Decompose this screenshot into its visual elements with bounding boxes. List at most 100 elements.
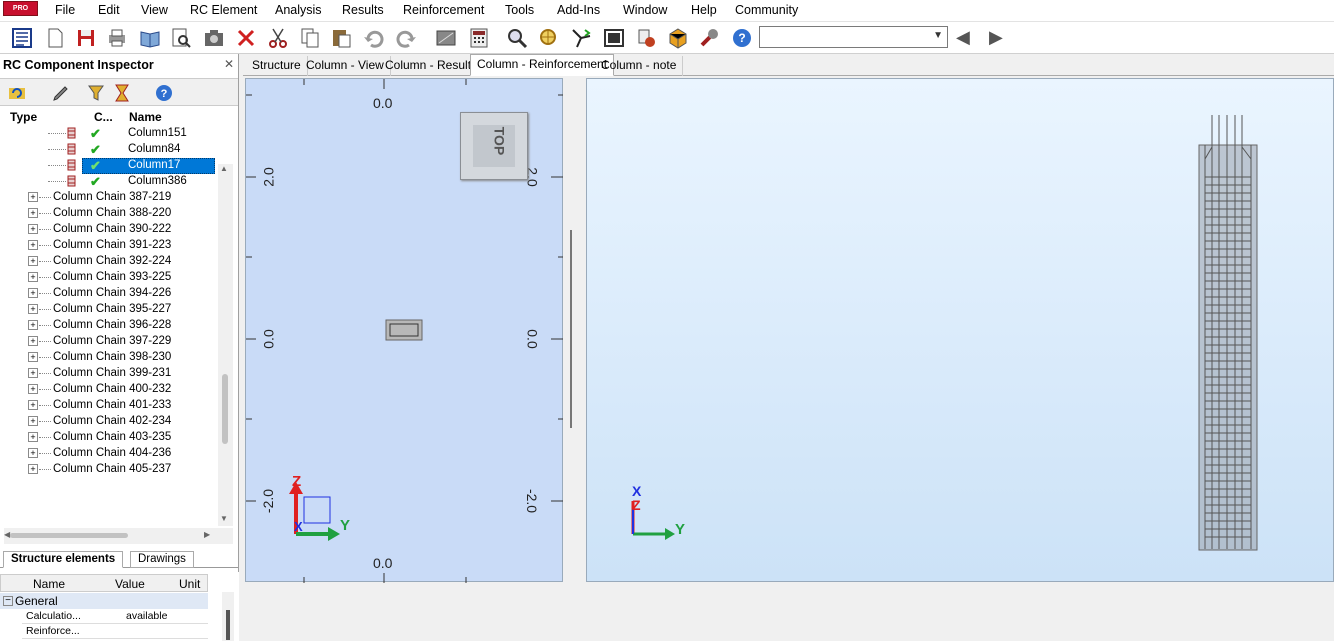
redo-icon[interactable] bbox=[393, 25, 418, 50]
tree-item-column-chain[interactable]: + Column Chain 399-231 bbox=[4, 366, 218, 382]
expand-icon[interactable]: + bbox=[28, 304, 38, 314]
help-icon[interactable]: ? bbox=[729, 25, 754, 50]
scroll-down-icon[interactable]: ▼ bbox=[220, 514, 228, 523]
tab-drawings[interactable]: Drawings bbox=[130, 551, 194, 568]
back-arrow-icon[interactable]: ◀ bbox=[956, 28, 970, 46]
expand-icon[interactable]: + bbox=[28, 384, 38, 394]
tab-column-view[interactable]: Column - View bbox=[300, 56, 391, 76]
menu-view[interactable]: View bbox=[141, 3, 168, 17]
forward-arrow-icon[interactable]: ▶ bbox=[989, 28, 1003, 46]
expand-icon[interactable]: + bbox=[28, 192, 38, 202]
view-splitter[interactable] bbox=[563, 78, 583, 582]
delete-icon[interactable] bbox=[233, 25, 258, 50]
prop-row[interactable]: Reinforce... bbox=[22, 624, 208, 639]
tree-item-column-chain[interactable]: + Column Chain 401-233 bbox=[4, 398, 218, 414]
calculator-icon[interactable] bbox=[466, 25, 491, 50]
menu-window[interactable]: Window bbox=[623, 3, 667, 17]
copy-icon[interactable] bbox=[297, 25, 322, 50]
zoom-icon[interactable] bbox=[504, 25, 529, 50]
open-book-icon[interactable] bbox=[137, 25, 162, 50]
tree-item-column-chain[interactable]: + Column Chain 405-237 bbox=[4, 462, 218, 478]
view-select[interactable]: ▼ bbox=[759, 26, 948, 48]
tree-item-column-chain[interactable]: + Column Chain 395-227 bbox=[4, 302, 218, 318]
column-section[interactable] bbox=[385, 319, 423, 341]
expand-icon[interactable]: + bbox=[28, 256, 38, 266]
expand-icon[interactable]: + bbox=[28, 448, 38, 458]
tree-item-column-chain[interactable]: + Column Chain 390-222 bbox=[4, 222, 218, 238]
tree-item-column-chain[interactable]: + Column Chain 403-235 bbox=[4, 430, 218, 446]
expand-icon[interactable]: + bbox=[28, 400, 38, 410]
menu-results[interactable]: Results bbox=[342, 3, 384, 17]
tree-item-column[interactable]: ✔ Column84 bbox=[4, 142, 218, 158]
filter-icon[interactable] bbox=[87, 83, 107, 103]
hscroll-thumb[interactable] bbox=[10, 533, 128, 538]
scroll-thumb[interactable] bbox=[222, 374, 228, 444]
scroll-up-icon[interactable]: ▲ bbox=[220, 164, 228, 173]
menu-help[interactable]: Help bbox=[691, 3, 717, 17]
expand-icon[interactable]: + bbox=[28, 368, 38, 378]
menu-add-ins[interactable]: Add-Ins bbox=[557, 3, 600, 17]
new-icon[interactable] bbox=[42, 25, 67, 50]
print-icon[interactable] bbox=[104, 25, 129, 50]
column-header-type[interactable]: Type bbox=[10, 110, 37, 124]
menu-tools[interactable]: Tools bbox=[505, 3, 534, 17]
tree-item-column-chain[interactable]: + Column Chain 391-223 bbox=[4, 238, 218, 254]
expand-icon[interactable]: + bbox=[28, 208, 38, 218]
cut-icon[interactable] bbox=[265, 25, 290, 50]
expand-icon[interactable]: + bbox=[28, 224, 38, 234]
tab-structure[interactable]: Structure bbox=[246, 56, 308, 76]
props-scrollbar[interactable] bbox=[222, 592, 234, 641]
close-icon[interactable]: ✕ bbox=[224, 57, 234, 71]
axis-icon[interactable] bbox=[568, 25, 593, 50]
display-icon[interactable] bbox=[433, 25, 458, 50]
inspector-icon[interactable] bbox=[9, 25, 34, 50]
expand-icon[interactable]: + bbox=[28, 352, 38, 362]
camera-icon[interactable] bbox=[201, 25, 226, 50]
tree-item-column-chain[interactable]: + Column Chain 404-236 bbox=[4, 446, 218, 462]
refresh-icon[interactable] bbox=[7, 83, 27, 103]
hourglass-icon[interactable] bbox=[112, 83, 132, 103]
scroll-right-icon[interactable]: ▶ bbox=[204, 530, 210, 539]
tree-item-column-chain[interactable]: + Column Chain 398-230 bbox=[4, 350, 218, 366]
tree-item-column[interactable]: ✔ Column386 bbox=[4, 174, 218, 190]
tree-item-column-chain[interactable]: + Column Chain 400-232 bbox=[4, 382, 218, 398]
tree-item-column-chain[interactable]: + Column Chain 394-226 bbox=[4, 286, 218, 302]
preview-icon[interactable] bbox=[168, 25, 193, 50]
paste-icon[interactable] bbox=[328, 25, 353, 50]
view-cube[interactable]: TOP bbox=[460, 112, 528, 180]
tree-hscrollbar[interactable]: ◀ ▶ bbox=[4, 528, 233, 544]
tab-column-note[interactable]: Column - note bbox=[595, 56, 684, 76]
menu-file[interactable]: File bbox=[55, 3, 75, 17]
expand-icon[interactable]: + bbox=[28, 416, 38, 426]
expand-icon[interactable]: + bbox=[28, 272, 38, 282]
column-header-c[interactable]: C... bbox=[94, 110, 113, 124]
tree-scrollbar[interactable]: ▲ ▼ bbox=[218, 164, 233, 526]
menu-reinforcement[interactable]: Reinforcement bbox=[403, 3, 484, 17]
zoom-window-icon[interactable] bbox=[536, 25, 561, 50]
model-icon[interactable] bbox=[665, 25, 690, 50]
prop-group-general[interactable]: − General bbox=[0, 593, 208, 609]
collapse-icon[interactable]: − bbox=[3, 596, 13, 606]
menu-edit[interactable]: Edit bbox=[98, 3, 120, 17]
tree-item-column[interactable]: ✔ Column151 bbox=[4, 126, 218, 142]
menu-rc-element[interactable]: RC Element bbox=[190, 3, 257, 17]
expand-icon[interactable]: + bbox=[28, 432, 38, 442]
tree-item-column-chain[interactable]: + Column Chain 397-229 bbox=[4, 334, 218, 350]
expand-icon[interactable]: + bbox=[28, 336, 38, 346]
expand-icon[interactable]: + bbox=[28, 464, 38, 474]
reinforcement-3d-view[interactable]: X Z Y bbox=[586, 78, 1334, 582]
tab-column-results[interactable]: Column - Results bbox=[379, 56, 485, 76]
save-icon[interactable] bbox=[73, 25, 98, 50]
tree-item-column-chain[interactable]: + Column Chain 393-225 bbox=[4, 270, 218, 286]
tree-item-column-chain[interactable]: + Column Chain 392-224 bbox=[4, 254, 218, 270]
undo-icon[interactable] bbox=[361, 25, 386, 50]
expand-icon[interactable]: + bbox=[28, 240, 38, 250]
tree-item-column-chain[interactable]: + Column Chain 402-234 bbox=[4, 414, 218, 430]
tree-item-column-chain[interactable]: + Column Chain 388-220 bbox=[4, 206, 218, 222]
help-icon[interactable]: ? bbox=[154, 83, 174, 103]
edit-icon[interactable] bbox=[51, 83, 71, 103]
prop-row[interactable]: Calculatio... available bbox=[22, 609, 208, 624]
tree-item-column-chain[interactable]: + Column Chain 396-228 bbox=[4, 318, 218, 334]
menu-community[interactable]: Community bbox=[735, 3, 798, 17]
menu-analysis[interactable]: Analysis bbox=[275, 3, 322, 17]
